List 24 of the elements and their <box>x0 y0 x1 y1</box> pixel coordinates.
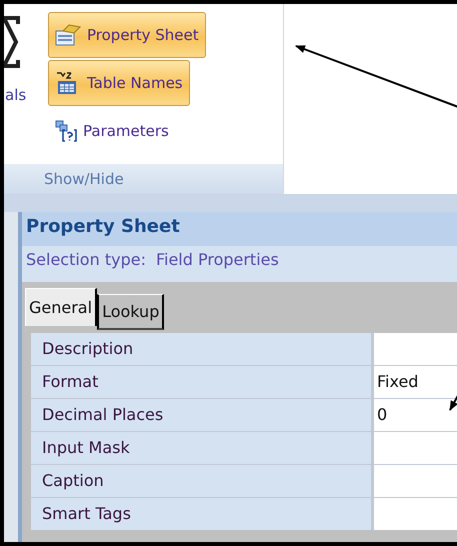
property-name: Format <box>31 366 371 398</box>
property-value-field[interactable] <box>374 432 457 464</box>
tab[interactable]: General <box>25 288 98 326</box>
tab[interactable]: Lookup <box>97 294 164 330</box>
property-name: Description <box>31 333 371 365</box>
property-value-field[interactable]: Fixed <box>374 366 457 398</box>
property-value-field[interactable] <box>374 498 457 530</box>
ribbon-button[interactable]: Table Names <box>48 60 190 106</box>
selection-value: Field Properties <box>156 250 279 271</box>
property-value-field[interactable] <box>374 465 457 497</box>
property-name: Input Mask <box>31 432 371 464</box>
ribbon-button[interactable]: Parameters <box>48 108 176 154</box>
property-name: Caption <box>31 465 371 497</box>
property-value-field[interactable] <box>374 333 457 365</box>
property-name: Decimal Places <box>31 399 371 431</box>
button-label: als <box>5 86 26 104</box>
selection-label: Selection type: <box>26 250 146 271</box>
ribbon-button[interactable]: Property Sheet <box>48 12 206 58</box>
panel-title: Property Sheet <box>22 212 457 246</box>
group-label: Show/Hide <box>4 164 283 194</box>
property-name: Smart Tags <box>31 498 371 530</box>
parameters-icon <box>55 120 77 142</box>
property-sheet-icon <box>55 24 81 46</box>
property-value-field[interactable]: 0 <box>374 399 457 431</box>
